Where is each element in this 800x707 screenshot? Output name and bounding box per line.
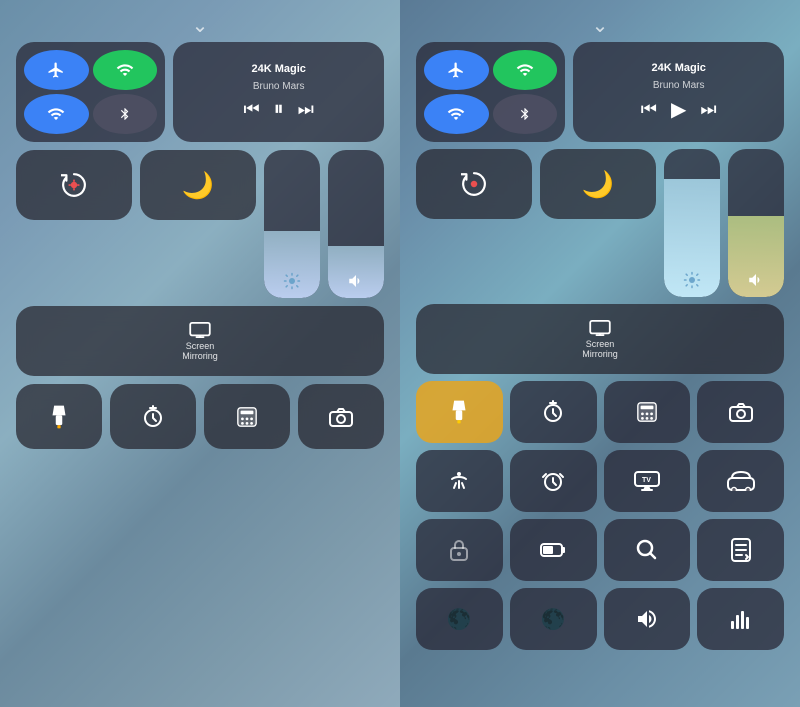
left-media-block: 24K Magic Bruno Mars ⏮ ⏸ ⏭ xyxy=(173,42,384,142)
left-timer-button[interactable] xyxy=(110,384,196,449)
right-equalizer-button[interactable] xyxy=(697,588,784,650)
right-screen-mirroring-label: ScreenMirroring xyxy=(582,339,618,359)
right-alarm-button[interactable] xyxy=(510,450,597,512)
right-accessibility-button[interactable] xyxy=(416,450,503,512)
left-volume-slider[interactable] xyxy=(328,150,384,298)
right-screen-mirroring-button[interactable]: ScreenMirroring xyxy=(416,304,784,374)
left-row3: ScreenMirroring xyxy=(16,306,384,376)
left-bottom-row xyxy=(16,384,384,449)
left-connectivity-block xyxy=(16,42,165,142)
left-row2: 🌙 xyxy=(16,150,384,298)
right-play-button[interactable]: ▶ xyxy=(671,97,686,122)
left-chevron[interactable] xyxy=(185,20,215,32)
left-screen-mirroring-button[interactable]: ScreenMirroring xyxy=(16,306,384,376)
right-grid-row4: 🌑 🌑 xyxy=(416,588,784,650)
right-row3: ScreenMirroring xyxy=(416,304,784,374)
right-guided-access-button[interactable] xyxy=(416,519,503,581)
bluetooth-button[interactable] xyxy=(93,94,158,134)
right-media-controls: ⏮ ▶ ⏭ xyxy=(585,97,772,122)
cellular-button[interactable] xyxy=(93,50,158,90)
right-grid-row1 xyxy=(416,381,784,443)
right-row1: 24K Magic Bruno Mars ⏮ ▶ ⏭ xyxy=(416,42,784,142)
left-row1: 24K Magic Bruno Mars ⏮ ⏸ ⏭ xyxy=(16,42,384,142)
right-cc-content: 24K Magic Bruno Mars ⏮ ▶ ⏭ 🌙 xyxy=(416,42,784,650)
right-bluetooth-button[interactable] xyxy=(493,94,558,134)
right-chevron[interactable] xyxy=(585,20,615,32)
right-notes-button[interactable] xyxy=(697,519,784,581)
right-volume-slider[interactable] xyxy=(728,149,784,297)
left-flashlight-button[interactable] xyxy=(16,384,102,449)
left-screen-mirroring-label: ScreenMirroring xyxy=(182,341,218,361)
right-wifi-button[interactable] xyxy=(424,94,489,134)
airplane-mode-button[interactable] xyxy=(24,50,89,90)
right-darkmode-button[interactable]: 🌑 xyxy=(416,588,503,650)
right-flashlight-button[interactable] xyxy=(416,381,503,443)
left-media-controls: ⏮ ⏸ ⏭ xyxy=(185,98,372,121)
right-timer-button[interactable] xyxy=(510,381,597,443)
right-connectivity-block xyxy=(416,42,565,142)
right-song-name: 24K Magic xyxy=(585,62,772,74)
left-calculator-button[interactable] xyxy=(204,384,290,449)
left-song-name: 24K Magic xyxy=(185,63,372,75)
left-brightness-slider[interactable] xyxy=(264,150,320,298)
svg-text:TV: TV xyxy=(642,477,651,484)
right-do-not-disturb-button[interactable]: 🌙 xyxy=(540,149,656,219)
right-media-block: 24K Magic Bruno Mars ⏮ ▶ ⏭ xyxy=(573,42,784,142)
right-mute-button[interactable] xyxy=(604,588,691,650)
left-artist-name: Bruno Mars xyxy=(185,81,372,92)
right-prev-button[interactable]: ⏮ xyxy=(641,99,657,120)
pause-button[interactable]: ⏸ xyxy=(274,98,284,121)
left-cc-content: 24K Magic Bruno Mars ⏮ ⏸ ⏭ xyxy=(16,42,384,449)
right-lock-rotation-button[interactable] xyxy=(416,149,532,219)
right-grid-row3 xyxy=(416,519,784,581)
right-magnifier-button[interactable] xyxy=(604,519,691,581)
right-artist-name: Bruno Mars xyxy=(585,80,772,91)
right-control-center: 24K Magic Bruno Mars ⏮ ▶ ⏭ 🌙 xyxy=(400,0,800,707)
left-camera-button[interactable] xyxy=(298,384,384,449)
right-appletv-button[interactable]: TV xyxy=(604,450,691,512)
right-grid-row2: TV xyxy=(416,450,784,512)
right-next-button[interactable]: ⏭ xyxy=(700,99,716,120)
right-row2: 🌙 xyxy=(416,149,784,297)
right-brightness-slider[interactable] xyxy=(664,149,720,297)
right-cellular-button[interactable] xyxy=(493,50,558,90)
left-control-center: 24K Magic Bruno Mars ⏮ ⏸ ⏭ xyxy=(0,0,400,707)
wifi-button[interactable] xyxy=(24,94,89,134)
prev-button[interactable]: ⏮ xyxy=(243,99,259,120)
right-battery-button[interactable] xyxy=(510,519,597,581)
right-calculator-button[interactable] xyxy=(604,381,691,443)
right-camera-button[interactable] xyxy=(697,381,784,443)
right-carplay-button[interactable] xyxy=(697,450,784,512)
left-lock-rotation-button[interactable] xyxy=(16,150,132,220)
next-button[interactable]: ⏭ xyxy=(298,99,314,120)
left-do-not-disturb-button[interactable]: 🌙 xyxy=(140,150,256,220)
right-airplane-button[interactable] xyxy=(424,50,489,90)
right-sleep-button[interactable]: 🌑 xyxy=(510,588,597,650)
